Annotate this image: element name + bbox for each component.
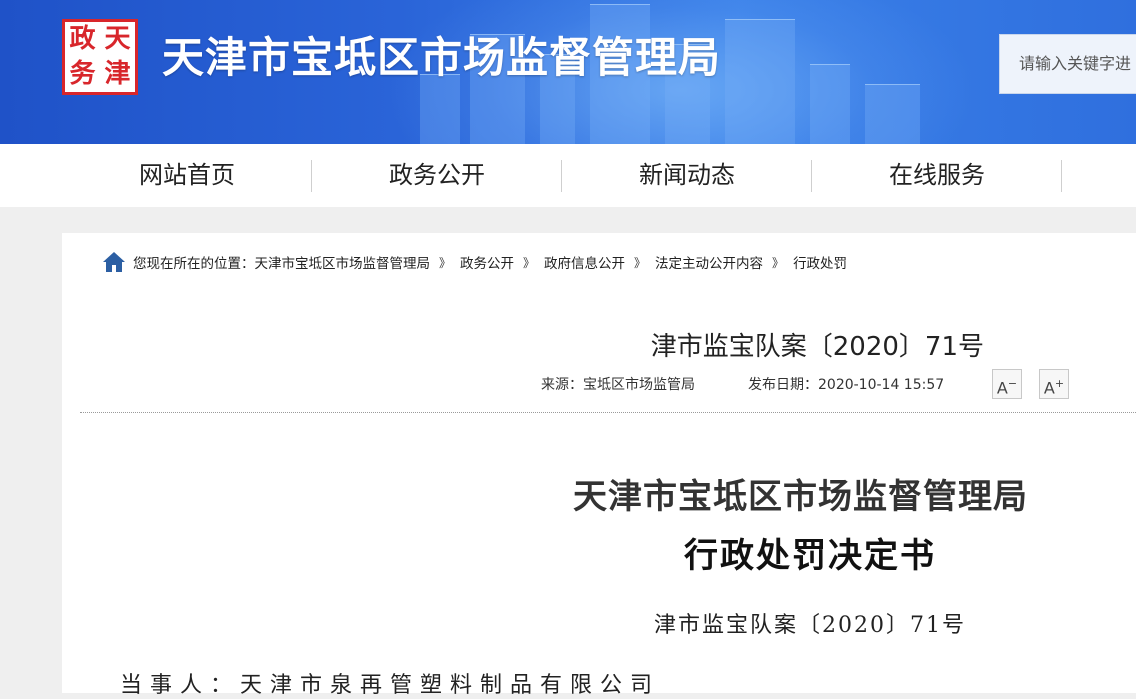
nav-item-gov-affairs[interactable]: 政务公开: [312, 144, 562, 207]
main-nav: 网站首页 政务公开 新闻动态 在线服务: [0, 144, 1136, 207]
document-body-number: 津市监宝队案〔2020〕71号: [654, 613, 966, 638]
article-publish-date: 发布日期：2020-10-14 15:57: [748, 377, 945, 393]
breadcrumb-link[interactable]: 政务公开: [460, 252, 514, 272]
font-decrease-label: A: [996, 378, 1008, 398]
breadcrumb-link[interactable]: 天津市宝坻区市场监督管理局: [255, 252, 431, 272]
breadcrumb-separator: 》: [772, 255, 785, 270]
breadcrumb-separator: 》: [439, 255, 452, 270]
divider: [80, 412, 1136, 413]
font-increase-label: A: [1043, 378, 1055, 398]
article-doc-number: 津市监宝队案〔2020〕71号: [650, 332, 984, 362]
breadcrumb-link[interactable]: 政府信息公开: [544, 252, 625, 272]
font-decrease-button[interactable]: A−: [992, 369, 1022, 399]
nav-divider: [1061, 160, 1062, 192]
logo-char: 政: [69, 24, 96, 54]
breadcrumb-separator: 》: [523, 255, 536, 270]
logo-char: 天: [104, 24, 131, 54]
site-header: 政 天 务 津 天津市宝坻区市场监督管理局 请输入关键字进: [0, 0, 1136, 144]
site-title: 天津市宝坻区市场监督管理局: [162, 33, 722, 82]
skyline-building: [810, 64, 850, 144]
nav-item-news[interactable]: 新闻动态: [562, 144, 812, 207]
breadcrumb-prefix: 您现在所在的位置：: [133, 256, 255, 272]
breadcrumb-link[interactable]: 法定主动公开内容: [655, 252, 763, 272]
breadcrumb: 您现在所在的位置： 天津市宝坻区市场监督管理局 》 政务公开 》 政府信息公开 …: [102, 251, 847, 273]
nav-item-online-service[interactable]: 在线服务: [812, 144, 1062, 207]
home-icon[interactable]: [102, 251, 126, 273]
document-party-line: 当事人：天津市泉再管塑料制品有限公司: [120, 673, 661, 698]
font-increase-button[interactable]: A+: [1039, 369, 1069, 399]
nav-item-home[interactable]: 网站首页: [62, 144, 312, 207]
article-source: 来源：宝坻区市场监管局: [541, 377, 695, 393]
content-panel: 您现在所在的位置： 天津市宝坻区市场监督管理局 》 政务公开 》 政府信息公开 …: [62, 233, 1136, 698]
document-type-title: 行政处罚决定书: [684, 536, 936, 576]
skyline-building: [865, 84, 920, 144]
breadcrumb-link[interactable]: 行政处罚: [793, 252, 847, 272]
breadcrumb-separator: 》: [634, 255, 647, 270]
logo-char: 津: [104, 59, 131, 89]
plus-icon: +: [1054, 377, 1065, 390]
site-logo[interactable]: 政 天 务 津: [62, 19, 138, 95]
search-input[interactable]: 请输入关键字进: [999, 34, 1136, 94]
minus-icon: −: [1007, 377, 1018, 390]
skyline-building: [725, 19, 795, 144]
document-issuer-title: 天津市宝坻区市场监督管理局: [573, 477, 1028, 517]
logo-char: 务: [69, 59, 96, 89]
